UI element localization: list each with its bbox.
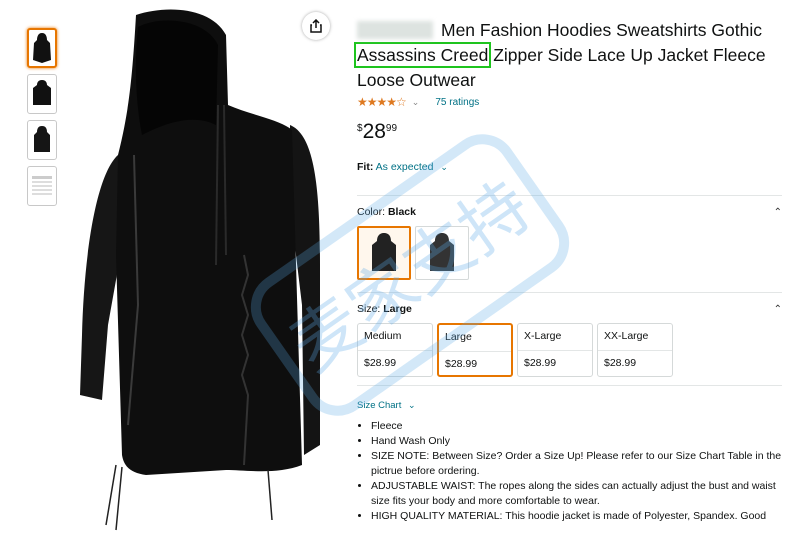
- chevron-down-icon[interactable]: ⌄: [440, 162, 448, 172]
- share-icon: [310, 19, 322, 33]
- size-name: Medium: [358, 324, 432, 351]
- bullet-item: HIGH QUALITY MATERIAL: This hoodie jacke…: [371, 509, 782, 524]
- size-section: Size: Large ⌃ Medium $28.99 Large $28.99…: [357, 293, 782, 377]
- price: $ 28 99: [357, 121, 782, 143]
- hoodie-thumb-icon: [33, 33, 51, 63]
- title-highlight: Assassins Creed: [353, 42, 492, 68]
- bullet-item: SIZE NOTE: Between Size? Order a Size Up…: [371, 449, 782, 479]
- blurred-brand: [357, 21, 433, 39]
- size-option-x-large[interactable]: X-Large $28.99: [517, 323, 593, 377]
- thumbnail-4[interactable]: [27, 166, 57, 206]
- fit-value-link[interactable]: As expected: [376, 161, 434, 173]
- size-header[interactable]: Size: Large ⌃: [357, 303, 782, 315]
- fit-label: Fit:: [357, 161, 374, 173]
- hoodie-swatch-image: [430, 233, 454, 271]
- rating-row: ★★★★☆ ⌄ 75 ratings: [357, 95, 782, 109]
- bullet-item: Fleece: [371, 419, 782, 434]
- hoodie-side-thumb-icon: [34, 126, 50, 152]
- size-price: $28.99: [445, 358, 478, 370]
- price-whole: 28: [362, 120, 386, 143]
- size-price: $28.99: [524, 357, 557, 369]
- size-label: Size:: [357, 303, 381, 315]
- size-option-xx-large[interactable]: XX-Large $28.99: [597, 323, 673, 377]
- size-price: $28.99: [604, 357, 637, 369]
- hoodie-back-thumb-icon: [33, 80, 51, 105]
- size-value: Large: [383, 303, 412, 315]
- hoodie-swatch-image: [372, 233, 396, 271]
- size-options: Medium $28.99 Large $28.99 X-Large $28.9…: [357, 323, 782, 377]
- bullet-item: Hand Wash Only: [371, 434, 782, 449]
- product-title: Men Fashion Hoodies Sweatshirts Gothic A…: [353, 18, 782, 93]
- feature-bullets: Fleece Hand Wash Only SIZE NOTE: Between…: [357, 419, 782, 524]
- fit-row: Fit: As expected ⌄: [357, 161, 782, 173]
- color-swatch-black-2[interactable]: [415, 226, 469, 280]
- ratings-count-link[interactable]: 75 ratings: [435, 97, 479, 108]
- size-option-large[interactable]: Large $28.99: [437, 323, 513, 377]
- color-label: Color:: [357, 206, 386, 218]
- thumbnail-1[interactable]: [27, 28, 57, 68]
- size-chart-thumb-icon: [32, 176, 52, 195]
- color-swatches: [357, 226, 782, 280]
- size-name: X-Large: [518, 324, 592, 351]
- size-chart-link[interactable]: Size Chart ⌄: [357, 400, 782, 411]
- thumbnail-strip: [27, 28, 61, 212]
- product-info: Men Fashion Hoodies Sweatshirts Gothic A…: [353, 18, 782, 524]
- size-price: $28.99: [364, 357, 397, 369]
- main-product-image: [80, 9, 320, 531]
- size-name: XX-Large: [598, 324, 672, 351]
- color-section: Color: Black ⌃: [357, 196, 782, 280]
- share-button[interactable]: [302, 12, 330, 40]
- thumbnail-2[interactable]: [27, 74, 57, 114]
- price-fraction: 99: [385, 123, 398, 134]
- chevron-up-icon[interactable]: ⌃: [774, 304, 782, 315]
- thumbnail-3[interactable]: [27, 120, 57, 160]
- chevron-down-icon: ⌄: [408, 400, 416, 410]
- chevron-down-icon[interactable]: ⌄: [412, 97, 420, 108]
- star-rating[interactable]: ★★★★☆: [357, 95, 407, 109]
- title-pre: Men Fashion Hoodies Sweatshirts Gothic: [441, 20, 762, 40]
- chevron-up-icon[interactable]: ⌃: [774, 207, 782, 218]
- divider: [357, 385, 782, 386]
- size-option-medium[interactable]: Medium $28.99: [357, 323, 433, 377]
- color-swatch-black-1[interactable]: [357, 226, 411, 280]
- bullet-item: ADJUSTABLE WAIST: The ropes along the si…: [371, 479, 782, 509]
- size-chart-label: Size Chart: [357, 400, 402, 411]
- color-value: Black: [387, 206, 416, 218]
- color-header[interactable]: Color: Black ⌃: [357, 206, 782, 218]
- size-name: Large: [439, 325, 511, 352]
